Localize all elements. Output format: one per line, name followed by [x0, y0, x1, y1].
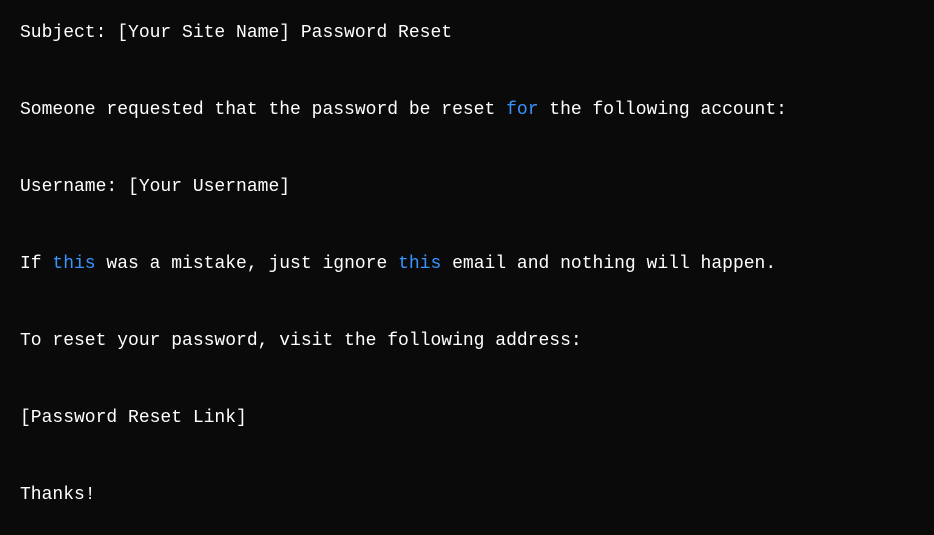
instruction-line: To reset your password, visit the follow…	[20, 328, 914, 355]
keyword-this: this	[52, 254, 95, 274]
username-line: Username: [Your Username]	[20, 174, 914, 201]
text-segment: the following account:	[539, 100, 787, 120]
subject-line: Subject: [Your Site Name] Password Reset	[20, 20, 914, 47]
thanks-line: Thanks!	[20, 482, 914, 509]
text-segment: If	[20, 254, 52, 274]
mistake-line: If this was a mistake, just ignore this …	[20, 251, 914, 278]
text-segment: email and nothing will happen.	[441, 254, 776, 274]
text-segment: Someone requested that the password be r…	[20, 100, 506, 120]
text-segment: was a mistake, just ignore	[96, 254, 398, 274]
reset-link-line: [Password Reset Link]	[20, 405, 914, 432]
request-line: Someone requested that the password be r…	[20, 97, 914, 124]
keyword-for: for	[506, 100, 538, 120]
keyword-this: this	[398, 254, 441, 274]
